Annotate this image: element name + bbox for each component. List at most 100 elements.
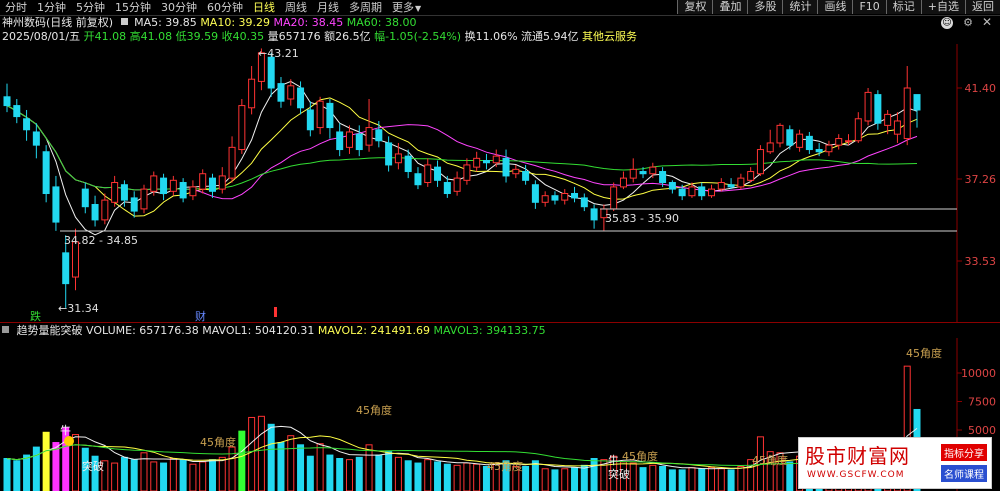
volume-bar[interactable] (287, 435, 295, 491)
candle-body[interactable] (306, 109, 314, 131)
candle-body[interactable] (199, 173, 207, 190)
candle-body[interactable] (336, 131, 344, 151)
candle-body[interactable] (482, 160, 490, 164)
event-die[interactable]: 跌 (30, 309, 41, 322)
volume-bar[interactable] (150, 461, 158, 491)
candle-body[interactable] (179, 182, 187, 199)
candle-body[interactable] (541, 195, 549, 203)
candle-body[interactable] (796, 133, 804, 148)
period-tab-4[interactable]: 30分钟 (156, 0, 202, 15)
volume-bar[interactable] (248, 416, 256, 491)
candle-body[interactable] (629, 168, 637, 179)
volume-bar[interactable] (659, 465, 667, 491)
volume-bar[interactable] (639, 467, 647, 491)
candle-body[interactable] (150, 175, 158, 192)
volume-bar[interactable] (571, 467, 579, 491)
volume-bar[interactable] (42, 431, 50, 491)
tool-button-4[interactable]: 画线 (817, 0, 853, 14)
candle-body[interactable] (678, 188, 686, 197)
period-tab-3[interactable]: 15分钟 (110, 0, 156, 15)
candle-body[interactable] (717, 182, 725, 190)
volume-bar[interactable] (257, 415, 265, 491)
candle-body[interactable] (23, 118, 31, 131)
event-marker[interactable] (274, 307, 277, 317)
candle-body[interactable] (52, 186, 60, 223)
candle-body[interactable] (874, 94, 882, 124)
candle-body[interactable] (111, 182, 119, 203)
volume-bar[interactable] (443, 463, 451, 491)
volume-bar[interactable] (32, 446, 40, 491)
volume-bar[interactable] (561, 468, 569, 491)
candle-body[interactable] (120, 184, 128, 201)
tool-button-5[interactable]: F10 (852, 0, 886, 14)
candle-body[interactable] (502, 157, 510, 177)
volume-bar[interactable] (297, 444, 305, 491)
volume-bar[interactable] (394, 456, 402, 491)
tool-button-8[interactable]: 返回 (965, 0, 1000, 14)
volume-bar[interactable] (326, 454, 334, 491)
volume-bar[interactable] (111, 462, 119, 491)
candle-body[interactable] (297, 87, 305, 109)
candle-body[interactable] (326, 102, 334, 129)
volume-bar[interactable] (698, 468, 706, 491)
candle-body[interactable] (101, 199, 109, 221)
candle-body[interactable] (71, 241, 79, 278)
volume-bar[interactable] (13, 460, 21, 491)
period-tab-2[interactable]: 5分钟 (71, 0, 110, 15)
candle-body[interactable] (845, 140, 853, 143)
volume-bar[interactable] (189, 463, 197, 491)
candle-body[interactable] (815, 149, 823, 153)
volume-bar[interactable] (238, 430, 246, 491)
volume-bar[interactable] (414, 462, 422, 491)
candle-body[interactable] (32, 131, 40, 146)
candle-body[interactable] (424, 164, 432, 184)
candle-body[interactable] (737, 177, 745, 188)
volume-bar[interactable] (463, 462, 471, 491)
period-tab-6[interactable]: 日线 (248, 0, 280, 15)
candle-body[interactable] (160, 177, 168, 195)
candle-body[interactable] (649, 166, 657, 175)
volume-bar[interactable] (580, 464, 588, 491)
volume-bar[interactable] (424, 459, 432, 491)
volume-bar[interactable] (169, 458, 177, 491)
candle-body[interactable] (512, 168, 520, 175)
volume-bar[interactable] (678, 469, 686, 491)
candle-body[interactable] (561, 193, 569, 201)
candle-body[interactable] (287, 85, 295, 100)
candle-body[interactable] (766, 142, 774, 153)
volume-bar[interactable] (218, 456, 226, 491)
candle-body[interactable] (42, 151, 50, 195)
volume-bar[interactable] (522, 465, 530, 491)
candle-body[interactable] (551, 195, 559, 201)
candle-body[interactable] (81, 188, 89, 208)
candle-body[interactable] (688, 186, 696, 197)
candle-body[interactable] (91, 203, 99, 221)
candle-body[interactable] (277, 83, 285, 102)
candle-body[interactable] (786, 129, 794, 146)
candle-body[interactable] (130, 197, 138, 212)
candle-body[interactable] (698, 186, 706, 197)
candle-body[interactable] (747, 171, 755, 181)
close-icon[interactable]: ✕ (982, 15, 992, 29)
settings-square-icon[interactable] (120, 18, 128, 25)
volume-bar[interactable] (629, 462, 637, 491)
volume-bar[interactable] (3, 458, 11, 491)
period-tab-7[interactable]: 周线 (280, 0, 312, 15)
tool-button-3[interactable]: 统计 (782, 0, 818, 14)
candle-body[interactable] (267, 56, 275, 89)
candle-body[interactable] (492, 155, 500, 164)
candle-body[interactable] (756, 149, 764, 175)
tool-button-0[interactable]: 复权 (677, 0, 713, 14)
volume-bar[interactable] (199, 461, 207, 491)
candle-body[interactable] (619, 177, 627, 188)
smiley-icon[interactable]: ☺ (941, 17, 953, 29)
volume-bar[interactable] (375, 454, 383, 491)
candle-body[interactable] (355, 133, 363, 151)
volume-bar[interactable] (551, 469, 559, 491)
volume-bar[interactable] (267, 423, 275, 491)
candle-body[interactable] (434, 166, 442, 181)
volume-bar[interactable] (453, 464, 461, 491)
candle-body[interactable] (893, 120, 901, 135)
candle-body[interactable] (385, 142, 393, 166)
candle-body[interactable] (394, 153, 402, 164)
